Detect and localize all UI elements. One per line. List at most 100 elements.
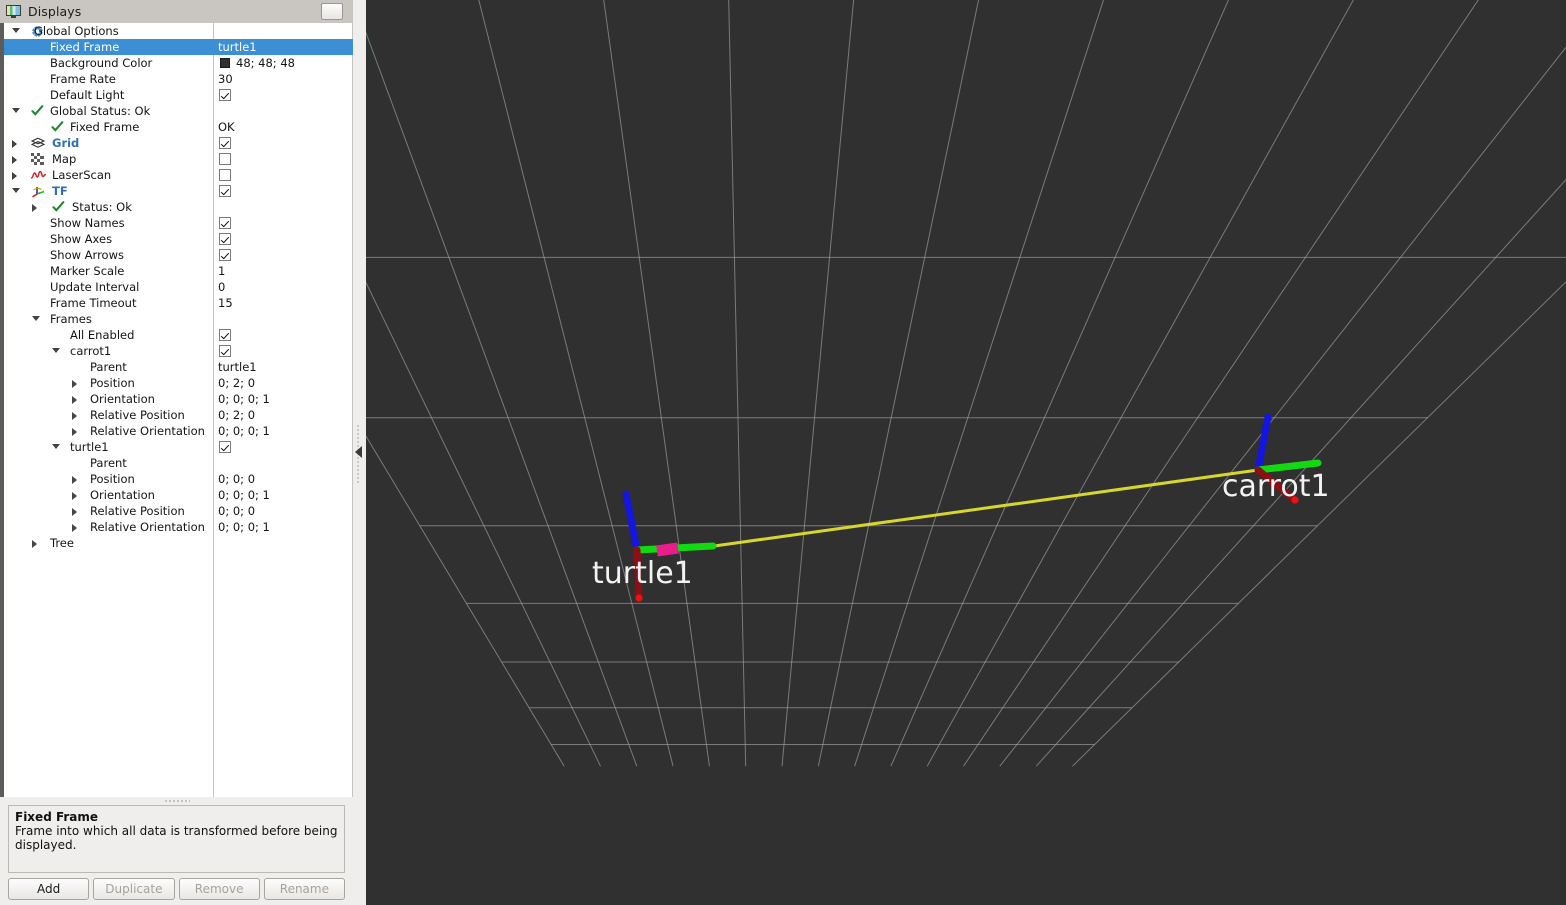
chevron-right-icon[interactable] bbox=[72, 380, 77, 388]
grid-line bbox=[478, 0, 674, 767]
chevron-down-icon[interactable] bbox=[52, 348, 60, 353]
tree-row-checkbox[interactable] bbox=[219, 233, 231, 245]
collapse-panel-arrow-icon[interactable] bbox=[355, 446, 362, 458]
tree-row-checkbox[interactable] bbox=[219, 137, 231, 149]
tree-row-all-enabled[interactable]: All Enabled bbox=[4, 327, 353, 343]
frame-label-carrot1: carrot1 bbox=[1222, 469, 1330, 504]
tree-row-label: Relative Position bbox=[90, 408, 185, 422]
tree-row-turtle1-relative-position[interactable]: Relative Position 0; 0; 0 bbox=[4, 503, 353, 519]
chevron-right-icon[interactable] bbox=[72, 396, 77, 404]
tree-row-label: Parent bbox=[90, 360, 127, 374]
tree-row-label: Show Axes bbox=[50, 232, 113, 246]
tree-row-checkbox[interactable] bbox=[219, 153, 231, 165]
float-panel-button[interactable] bbox=[321, 3, 343, 20]
tree-row-grid[interactable]: Grid bbox=[4, 135, 353, 151]
tree-row-value: turtle1 bbox=[218, 360, 257, 374]
tree-row-label: Grid bbox=[52, 136, 80, 150]
check-ok-icon bbox=[51, 121, 64, 133]
tree-row-carrot1-relative-orientation[interactable]: Relative Orientation 0; 0; 0; 1 bbox=[4, 423, 353, 439]
tree-row-frame-rate[interactable]: Frame Rate 30 bbox=[4, 71, 353, 87]
tree-row-checkbox[interactable] bbox=[219, 217, 231, 229]
tree-row-show-arrows[interactable]: Show Arrows bbox=[4, 247, 353, 263]
color-swatch[interactable] bbox=[220, 58, 230, 68]
tree-row-checkbox[interactable] bbox=[219, 169, 231, 181]
tree-row-checkbox[interactable] bbox=[219, 345, 231, 357]
chevron-right-icon[interactable] bbox=[72, 412, 77, 420]
description-body: Frame into which all data is transformed… bbox=[15, 824, 338, 852]
displays-panel: Displays Global Options Fixed Frame turtle… bbox=[0, 0, 353, 905]
tree-row-turtle1-relative-orientation[interactable]: Relative Orientation 0; 0; 0; 1 bbox=[4, 519, 353, 535]
panel-splitter-handle[interactable] bbox=[0, 797, 353, 805]
grid-line bbox=[854, 0, 1105, 767]
tree-row-default-light[interactable]: Default Light bbox=[4, 87, 353, 103]
tf-arrow-head bbox=[656, 542, 679, 557]
tree-row-checkbox[interactable] bbox=[219, 249, 231, 261]
chevron-right-icon[interactable] bbox=[32, 540, 37, 548]
tree-row-label: Relative Orientation bbox=[90, 424, 205, 438]
tree-row-frames[interactable]: Frames bbox=[4, 311, 353, 327]
tree-row-label: Frame Rate bbox=[50, 72, 116, 86]
grid-line bbox=[603, 0, 710, 767]
tree-row-status-fixed-frame[interactable]: Fixed Frame OK bbox=[4, 119, 353, 135]
tree-row-label: Update Interval bbox=[50, 280, 140, 294]
tree-row-label: Fixed Frame bbox=[50, 40, 120, 54]
tree-row-laserscan[interactable]: LaserScan bbox=[4, 167, 353, 183]
chevron-down-icon[interactable] bbox=[12, 188, 20, 193]
tree-row-label: Status: Ok bbox=[72, 200, 132, 214]
remove-button: Remove bbox=[178, 878, 260, 900]
tree-row-turtle1-orientation[interactable]: Orientation 0; 0; 0; 1 bbox=[4, 487, 353, 503]
chevron-right-icon[interactable] bbox=[12, 156, 17, 164]
tree-row-map[interactable]: Map bbox=[4, 151, 353, 167]
tree-row-update-interval[interactable]: Update Interval 0 bbox=[4, 279, 353, 295]
rviz-window: Displays Global Options Fixed Frame turtle… bbox=[0, 0, 1566, 905]
tree-row-frame-timeout[interactable]: Frame Timeout 15 bbox=[4, 295, 353, 311]
tree-row-checkbox[interactable] bbox=[219, 89, 231, 101]
tree-row-show-names[interactable]: Show Names bbox=[4, 215, 353, 231]
tree-row-tree[interactable]: Tree bbox=[4, 535, 353, 551]
tree-row-tf-status[interactable]: Status: Ok bbox=[4, 199, 353, 215]
tree-row-carrot1-orientation[interactable]: Orientation 0; 0; 0; 1 bbox=[4, 391, 353, 407]
tree-row-label: Show Arrows bbox=[50, 248, 124, 262]
map-icon bbox=[31, 153, 44, 165]
tree-row-checkbox[interactable] bbox=[219, 185, 231, 197]
tree-row-value: turtle1 bbox=[218, 40, 257, 54]
chevron-down-icon[interactable] bbox=[12, 28, 20, 33]
tree-row-frame-carrot1[interactable]: carrot1 bbox=[4, 343, 353, 359]
tree-row-checkbox[interactable] bbox=[219, 329, 231, 341]
chevron-down-icon[interactable] bbox=[12, 108, 20, 113]
tree-row-global-status[interactable]: Global Status: Ok bbox=[4, 103, 353, 119]
panel-view-splitter[interactable] bbox=[353, 0, 366, 905]
grid-line bbox=[926, 0, 1354, 767]
tree-row-carrot1-parent[interactable]: Parent turtle1 bbox=[4, 359, 353, 375]
grid-line bbox=[999, 46, 1566, 767]
tree-row-turtle1-position[interactable]: Position 0; 0; 0 bbox=[4, 471, 353, 487]
tree-row-carrot1-relative-position[interactable]: Relative Position 0; 2; 0 bbox=[4, 407, 353, 423]
grid-line bbox=[366, 435, 565, 767]
tree-row-background-color[interactable]: Background Color 48; 48; 48 bbox=[4, 55, 353, 71]
tree-row-fixed-frame[interactable]: Fixed Frame turtle1 bbox=[4, 39, 353, 55]
tree-row-value: 48; 48; 48 bbox=[236, 56, 295, 70]
displays-tree[interactable]: Global Options Fixed Frame turtle1 Backgrou… bbox=[0, 23, 353, 797]
tree-row-label: LaserScan bbox=[52, 168, 112, 182]
add-button[interactable]: Add bbox=[8, 878, 90, 900]
chevron-right-icon[interactable] bbox=[12, 172, 17, 180]
chevron-down-icon[interactable] bbox=[32, 316, 40, 321]
chevron-down-icon[interactable] bbox=[52, 444, 60, 449]
tree-row-marker-scale[interactable]: Marker Scale 1 bbox=[4, 263, 353, 279]
tree-row-show-axes[interactable]: Show Axes bbox=[4, 231, 353, 247]
chevron-right-icon[interactable] bbox=[72, 428, 77, 436]
chevron-right-icon[interactable] bbox=[72, 508, 77, 516]
tree-row-global-options[interactable]: Global Options bbox=[4, 23, 353, 39]
tree-row-checkbox[interactable] bbox=[219, 441, 231, 453]
tree-row-turtle1-parent[interactable]: Parent bbox=[4, 455, 353, 471]
tree-row-label: Marker Scale bbox=[50, 264, 125, 278]
chevron-right-icon[interactable] bbox=[72, 492, 77, 500]
chevron-right-icon[interactable] bbox=[12, 140, 17, 148]
tree-row-carrot1-position[interactable]: Position 0; 2; 0 bbox=[4, 375, 353, 391]
render-viewport-3d[interactable]: turtle1 carrot1 bbox=[366, 0, 1566, 905]
chevron-right-icon[interactable] bbox=[72, 524, 77, 532]
tree-row-tf[interactable]: TF bbox=[4, 183, 353, 199]
chevron-right-icon[interactable] bbox=[32, 204, 37, 212]
tree-row-frame-turtle1[interactable]: turtle1 bbox=[4, 439, 353, 455]
chevron-right-icon[interactable] bbox=[72, 476, 77, 484]
